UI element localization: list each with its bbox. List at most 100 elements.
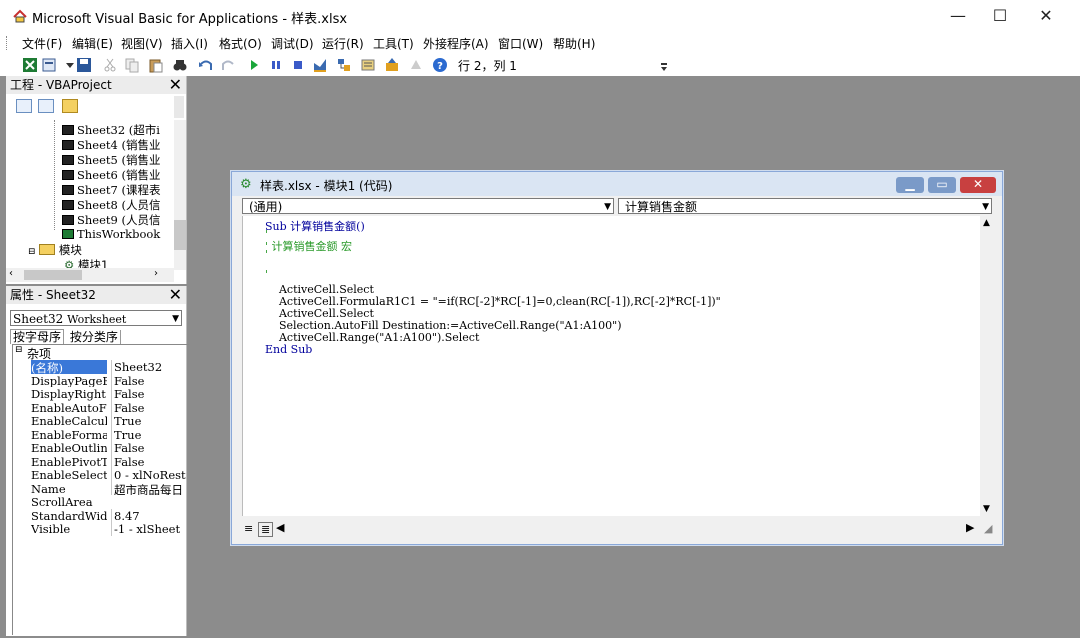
redo-icon[interactable] [220, 57, 236, 73]
tree-item-sheet8[interactable]: Sheet8 (人员信 [62, 197, 160, 213]
toggle-folders-icon[interactable] [62, 99, 78, 113]
reset-icon[interactable] [290, 57, 306, 73]
property-row[interactable]: EnableAutoFi False [27, 400, 189, 414]
code-editor[interactable]: Sub 计算销售金额() ' ' 计算销售金额 宏 ' ' ActiveCell… [242, 216, 981, 516]
code-window-titlebar[interactable]: ⚙ 样表.xlsx - 模块1 (代码) ▁ ▭ ✕ [232, 172, 1002, 196]
property-row[interactable]: EnableOutlin False [27, 441, 189, 455]
maximize-button[interactable]: ☐ [980, 4, 1020, 28]
property-row[interactable]: EnableFormat True [27, 427, 189, 441]
cursor-position: 行 2，列 1 [458, 59, 517, 73]
full-module-view-icon[interactable]: ≣ [258, 522, 274, 537]
worksheet-icon [62, 185, 74, 195]
project-tree: Sheet32 (超市i Sheet4 (销售业 Sheet5 (销售业 She… [6, 120, 174, 268]
chevron-down-icon[interactable]: ▼ [982, 199, 989, 215]
property-row[interactable]: DisplayPageB False [27, 373, 189, 387]
project-title: 工程 - VBAProject [10, 78, 112, 92]
tab-categorized[interactable]: 按分类序 [67, 330, 121, 344]
design-mode-icon[interactable] [312, 57, 328, 73]
object-combo[interactable]: (通用) ▼ [242, 198, 614, 214]
menu-view[interactable]: 视图(V) [121, 35, 163, 52]
tree-item-sheet32[interactable]: Sheet32 (超市i [62, 122, 160, 138]
resize-grip-icon[interactable]: ◢ [984, 522, 992, 535]
properties-window: 属性 - Sheet32 ✕ Sheet32 Worksheet ▼ 按字母序 … [6, 286, 189, 636]
property-row[interactable]: ScrollArea [27, 495, 189, 509]
tree-item-module1[interactable]: ⚙ 模块1 [64, 257, 108, 268]
property-row[interactable]: Name 超市商品每日 [27, 481, 189, 495]
cut-icon[interactable] [102, 57, 118, 73]
tree-item-sheet7[interactable]: Sheet7 (课程表 [62, 182, 160, 198]
menu-window[interactable]: 窗口(W) [498, 35, 543, 52]
tree-vertical-scrollbar[interactable] [174, 120, 186, 270]
tree-item-sheet6[interactable]: Sheet6 (销售业 [62, 167, 160, 183]
properties-window-icon[interactable] [360, 57, 376, 73]
code-horizontal-scrollbar[interactable] [290, 524, 960, 534]
menu-addins[interactable]: 外接程序(A) [423, 35, 489, 52]
object-browser-icon[interactable] [384, 57, 400, 73]
chevron-down-icon[interactable]: ▼ [172, 311, 179, 327]
close-button[interactable]: ✕ [1026, 4, 1066, 28]
chevron-down-icon[interactable]: ▼ [604, 199, 611, 215]
help-icon[interactable]: ? [432, 57, 448, 73]
property-row[interactable]: EnablePivotT False [27, 454, 189, 468]
tree-horizontal-scrollbar[interactable]: ‹ › [6, 268, 174, 282]
scroll-right-icon[interactable]: ▶ [966, 521, 974, 534]
tree-item-thisworkbook[interactable]: ThisWorkbook [62, 227, 160, 241]
scroll-up-icon[interactable]: ▲ [983, 218, 990, 228]
scroll-down-icon[interactable]: ▼ [983, 504, 990, 514]
paste-icon[interactable] [148, 57, 164, 73]
toolbox-icon[interactable] [408, 57, 424, 73]
tree-item-sheet9[interactable]: Sheet9 (人员信 [62, 212, 160, 228]
find-icon[interactable] [172, 57, 188, 73]
menu-insert[interactable]: 插入(I) [171, 35, 208, 52]
menu-format[interactable]: 格式(O) [219, 35, 262, 52]
scroll-left-icon[interactable]: ◀ [276, 521, 284, 534]
scroll-grip[interactable] [174, 96, 184, 118]
worksheet-icon [62, 200, 74, 210]
menu-run[interactable]: 运行(R) [322, 35, 364, 52]
menu-help[interactable]: 帮助(H) [553, 35, 595, 52]
menu-tools[interactable]: 工具(T) [373, 35, 414, 52]
procedure-view-icon[interactable]: ≡ [244, 522, 253, 535]
scroll-right-icon[interactable]: › [154, 268, 158, 279]
object-select[interactable]: Sheet32 Worksheet ▼ [10, 310, 182, 326]
collapse-icon[interactable]: ⊟ [15, 345, 23, 355]
collapse-icon[interactable]: ⊟ [28, 247, 36, 257]
minimize-button[interactable]: ▁ [896, 177, 924, 193]
scroll-thumb[interactable] [24, 270, 82, 280]
property-row[interactable]: StandardWidt 8.47 [27, 508, 189, 522]
menu-file[interactable]: 文件(F) [22, 35, 62, 52]
close-icon[interactable]: ✕ [169, 76, 182, 94]
restore-button[interactable]: ▭ [928, 177, 956, 193]
menu-edit[interactable]: 编辑(E) [72, 35, 113, 52]
tab-alphabetic[interactable]: 按字母序 [10, 329, 65, 344]
insert-module-icon[interactable] [42, 57, 58, 73]
pause-icon[interactable] [268, 57, 284, 73]
save-icon[interactable] [76, 57, 92, 73]
property-row[interactable]: (名称) Sheet32 [27, 360, 189, 374]
close-button[interactable]: ✕ [960, 177, 996, 193]
copy-icon[interactable] [124, 57, 140, 73]
worksheet-icon [62, 140, 74, 150]
toolbar-options-icon[interactable] [660, 57, 668, 73]
view-code-icon[interactable] [16, 99, 32, 113]
property-row[interactable]: DisplayRight False [27, 387, 189, 401]
tree-folder-modules[interactable]: ⊟ 模块 [28, 242, 82, 258]
view-object-icon[interactable] [38, 99, 54, 113]
tree-item-sheet4[interactable]: Sheet4 (销售业 [62, 137, 160, 153]
scroll-left-icon[interactable]: ‹ [9, 268, 13, 279]
project-explorer-icon[interactable] [336, 57, 352, 73]
menu-grip[interactable] [6, 36, 10, 50]
menu-debug[interactable]: 调试(D) [271, 35, 314, 52]
procedure-combo[interactable]: 计算销售金额 ▼ [618, 198, 992, 214]
property-row[interactable]: EnableCalcul True [27, 414, 189, 428]
excel-view-icon[interactable] [22, 57, 38, 73]
code-vertical-scrollbar[interactable]: ▲ ▼ [980, 216, 996, 516]
property-row[interactable]: EnableSelect 0 - xlNoRest [27, 468, 189, 482]
minimize-button[interactable]: — [938, 4, 978, 28]
close-icon[interactable]: ✕ [169, 286, 182, 304]
run-icon[interactable] [246, 57, 262, 73]
property-row[interactable]: Visible -1 - xlSheet [27, 522, 189, 536]
tree-item-sheet5[interactable]: Sheet5 (销售业 [62, 152, 160, 168]
scroll-thumb[interactable] [174, 220, 186, 250]
undo-icon[interactable] [198, 57, 214, 73]
